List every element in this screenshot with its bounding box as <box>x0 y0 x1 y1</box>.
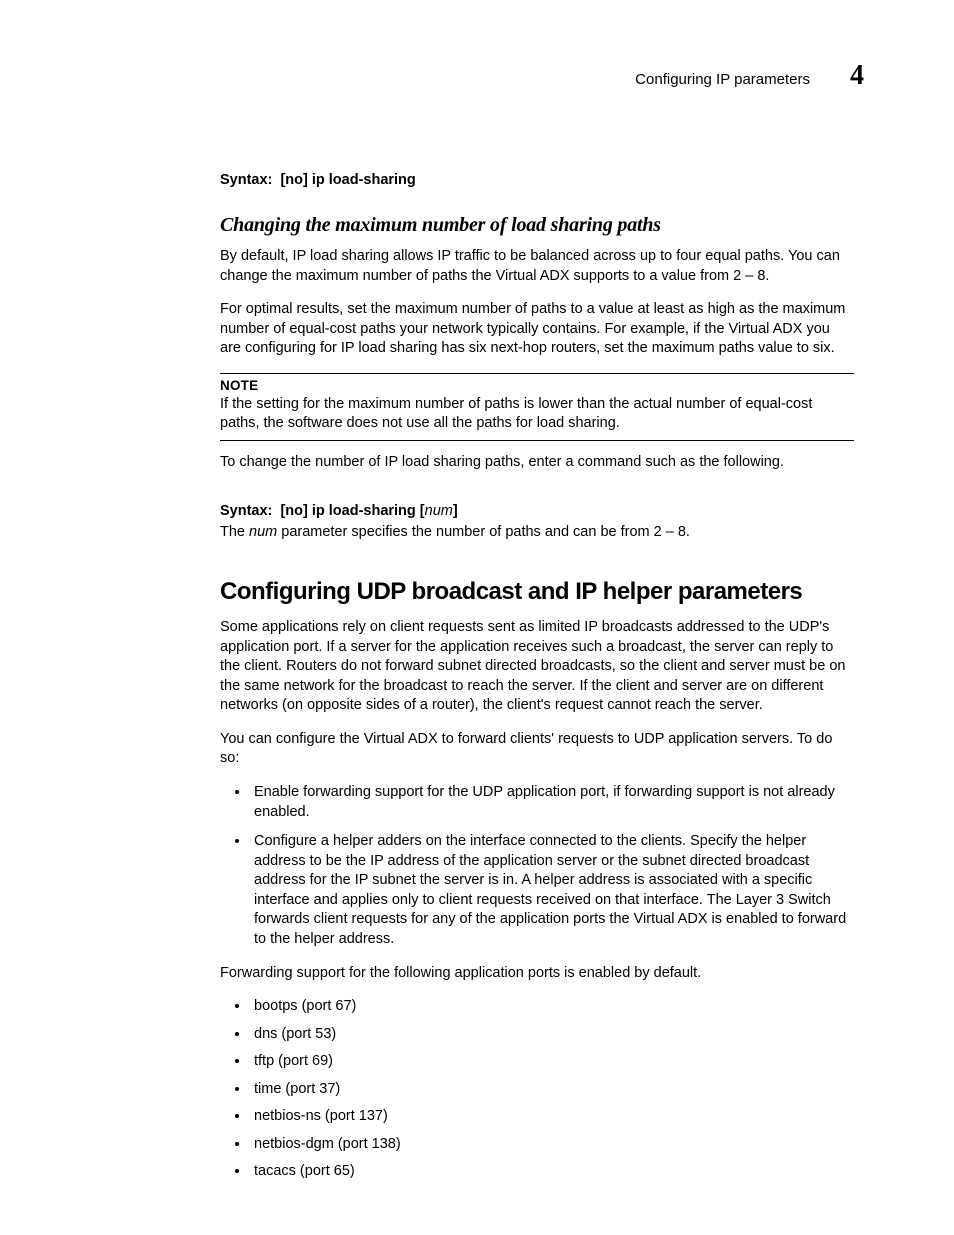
list-item: Enable forwarding support for the UDP ap… <box>250 783 854 822</box>
bullet-list-steps: Enable forwarding support for the UDP ap… <box>220 783 854 950</box>
paragraph: Some applications rely on client request… <box>220 618 854 716</box>
param-desc-post: parameter specifies the number of paths … <box>277 524 690 540</box>
syntax-command: [no] ip load-sharing <box>280 172 415 188</box>
syntax-param: num <box>425 503 453 519</box>
note-block: NOTE If the setting for the maximum numb… <box>220 373 854 441</box>
param-desc-pre: The <box>220 524 249 540</box>
paragraph: For optimal results, set the maximum num… <box>220 300 854 359</box>
note-label: NOTE <box>220 378 854 393</box>
param-description: The num parameter specifies the number o… <box>220 523 854 543</box>
syntax-label: Syntax: <box>220 503 272 519</box>
paragraph: By default, IP load sharing allows IP tr… <box>220 247 854 286</box>
paragraph: You can configure the Virtual ADX to for… <box>220 730 854 769</box>
paragraph: Forwarding support for the following app… <box>220 964 854 984</box>
syntax-command-prefix: [no] ip load-sharing [ <box>280 503 424 519</box>
list-item: tacacs (port 65) <box>250 1162 854 1182</box>
chapter-number: 4 <box>850 60 864 92</box>
list-item: dns (port 53) <box>250 1025 854 1045</box>
list-item: netbios-dgm (port 138) <box>250 1135 854 1155</box>
paragraph: To change the number of IP load sharing … <box>220 453 854 473</box>
syntax-line-1: Syntax: [no] ip load-sharing <box>220 172 854 188</box>
syntax-line-2: Syntax: [no] ip load-sharing [num] <box>220 503 854 519</box>
list-item: Configure a helper adders on the interfa… <box>250 832 854 949</box>
list-item: time (port 37) <box>250 1080 854 1100</box>
note-text: If the setting for the maximum number of… <box>220 395 854 434</box>
syntax-label: Syntax: <box>220 172 272 188</box>
content-area: Syntax: [no] ip load-sharing Changing th… <box>220 172 854 1182</box>
list-item: netbios-ns (port 137) <box>250 1107 854 1127</box>
section-heading-udp-broadcast: Configuring UDP broadcast and IP helper … <box>220 578 854 606</box>
list-item: bootps (port 67) <box>250 997 854 1017</box>
param-desc-name: num <box>249 524 277 540</box>
list-item: tftp (port 69) <box>250 1052 854 1072</box>
syntax-command-suffix: ] <box>453 503 458 519</box>
page: Configuring IP parameters 4 Syntax: [no]… <box>0 0 954 1235</box>
running-header: Configuring IP parameters 4 <box>90 60 864 92</box>
bullet-list-ports: bootps (port 67) dns (port 53) tftp (por… <box>220 997 854 1182</box>
running-title: Configuring IP parameters <box>635 71 810 88</box>
subheading-load-sharing-paths: Changing the maximum number of load shar… <box>220 214 854 237</box>
